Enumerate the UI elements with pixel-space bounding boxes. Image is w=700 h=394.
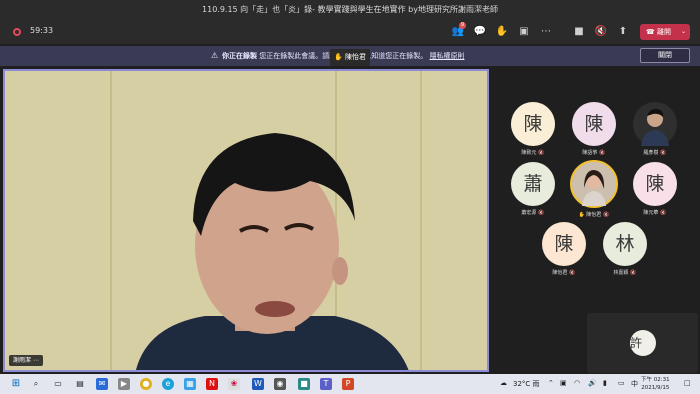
mic-muted-icon: 🔇	[538, 210, 545, 216]
widgets-icon[interactable]: ▤	[74, 378, 86, 390]
self-avatar: 許	[630, 330, 656, 356]
recording-icon	[13, 28, 21, 36]
weather-text[interactable]: 32°C 雨	[513, 379, 540, 389]
mic-muted-icon: 🔇	[599, 150, 606, 156]
participant-name: 陳語箏	[582, 150, 598, 156]
participant-tile[interactable]: 林 林嘉穎 🔇	[595, 222, 655, 276]
mic-muted-icon[interactable]: 🔇	[594, 25, 608, 39]
meeting-timer: 59:33	[30, 26, 54, 35]
mail-icon[interactable]: ✉	[96, 378, 108, 390]
mic-muted-icon: 🔇	[603, 212, 610, 218]
avatar: 林	[603, 222, 647, 266]
mic-muted-icon: 🔇	[630, 270, 637, 276]
speaker-video: 謝雨潔 ⋯	[3, 69, 489, 372]
weather-icon[interactable]: ☁	[500, 379, 507, 387]
warning-icon: ⚠	[211, 51, 219, 60]
participants-badge: 9	[459, 22, 466, 29]
search-icon[interactable]: ⌕	[30, 378, 42, 390]
avatar-photo	[633, 102, 677, 146]
participant-name: 羅彥樹	[643, 150, 659, 156]
phone-icon: ☎	[646, 28, 655, 36]
mic-muted-icon: 🔇	[660, 210, 667, 216]
clock-date: 2021/9/15	[641, 385, 670, 391]
raised-hand-popup: ✋ 陳怡君	[330, 49, 370, 66]
rooms-icon[interactable]: ▣	[517, 25, 531, 39]
speaker-name: 謝雨潔	[13, 357, 32, 364]
speaker-figure	[136, 133, 409, 370]
store-icon[interactable]: ▦	[184, 378, 196, 390]
notification-center-icon[interactable]: □	[684, 379, 691, 387]
windows-taskbar: ⊞ ⌕ ▭ ▤ ✉ ▶ ● e ▦ N ❀ W ◉ ■ T P ☁ 32°C 雨…	[0, 374, 700, 394]
word-icon[interactable]: W	[252, 378, 264, 390]
camera-icon[interactable]: ■	[572, 25, 586, 39]
clock-time: 下午 02:31	[641, 377, 670, 383]
more-icon[interactable]: ⋯	[539, 25, 553, 39]
camera-app-icon[interactable]: ◉	[274, 378, 286, 390]
share-icon[interactable]: ⬆	[616, 25, 630, 39]
participant-name: 陳元華	[643, 210, 659, 216]
participant-name: 陳怡君	[552, 270, 568, 276]
participant-name: 林嘉穎	[613, 270, 629, 276]
notification-icon[interactable]: ▭	[618, 379, 625, 387]
meeting-toolbar: 59:33 👥 9 💬 ✋ ▣ ⋯ ■ 🔇 ⬆	[0, 20, 700, 44]
participant-tile[interactable]: ✋ 陳怡君 🔇	[564, 160, 624, 218]
mic-muted-icon: 🔇	[538, 150, 545, 156]
banner-prefix: 你正在錄製	[222, 52, 257, 60]
chrome-icon[interactable]: ●	[140, 378, 152, 390]
more-icon[interactable]: ⋯	[33, 357, 39, 364]
chevron-up-icon[interactable]: ⌃	[548, 379, 554, 387]
window-title: 110.9.15 向「走」也「炎」錄- 教學實踐與學生在地實作 by地理研究所謝…	[0, 0, 700, 20]
avatar-photo	[570, 160, 618, 208]
participant-tile[interactable]: 陳 陳語箏 🔇	[564, 102, 624, 156]
system-clock[interactable]: 下午 02:31 2021/9/15	[641, 376, 670, 392]
banner-close-button[interactable]: 關閉	[640, 48, 690, 63]
ime-indicator[interactable]: 中	[631, 379, 638, 389]
app-icon[interactable]: ■	[298, 378, 310, 390]
windows-start-icon[interactable]: ⊞	[10, 378, 22, 390]
person-photo-icon	[641, 108, 669, 146]
mic-muted-icon: 🔇	[569, 270, 576, 276]
chevron-down-icon[interactable]: ⌄	[681, 24, 686, 40]
participant-tile[interactable]: 陳 陳怡君 🔇	[534, 222, 594, 276]
avatar: 陳	[633, 162, 677, 206]
person-photo-icon	[572, 162, 616, 206]
volume-icon[interactable]: 🔊	[588, 379, 597, 387]
self-view[interactable]: 許	[587, 313, 698, 373]
participant-tile[interactable]: 羅彥樹 🔇	[625, 102, 685, 156]
teams-icon[interactable]: T	[320, 378, 332, 390]
task-view-icon[interactable]: ▭	[52, 378, 64, 390]
wifi-icon[interactable]: ◠	[574, 379, 580, 387]
battery-icon[interactable]: ▮	[603, 379, 607, 387]
privacy-link[interactable]: 隱私權原則	[429, 52, 464, 60]
media-icon[interactable]: ▶	[118, 378, 130, 390]
speaker-name-tag: 謝雨潔 ⋯	[9, 355, 43, 366]
participant-name: 陳致元	[521, 150, 537, 156]
netflix-icon[interactable]: N	[206, 378, 218, 390]
avatar: 陳	[511, 102, 555, 146]
avatar: 陳	[572, 102, 616, 146]
participant-tile[interactable]: 蕭 蕭宏源 🔇	[503, 162, 563, 216]
chat-icon[interactable]: 💬	[473, 25, 487, 39]
avatar: 蕭	[511, 162, 555, 206]
participant-tile[interactable]: 陳 陳致元 🔇	[503, 102, 563, 156]
raise-hand-icon[interactable]: ✋	[495, 25, 509, 39]
mic-muted-icon: 🔇	[660, 150, 667, 156]
powerpoint-icon[interactable]: P	[342, 378, 354, 390]
participant-grid: 陳 陳致元 🔇 陳 陳語箏 🔇 羅彥樹 🔇 蕭 蕭宏源 🔇 ✋ 陳怡君 🔇 陳 陳元華 🔇 …	[495, 90, 700, 290]
avatar: 陳	[542, 222, 586, 266]
edge-icon[interactable]: e	[162, 378, 174, 390]
photos-icon[interactable]: ❀	[228, 378, 240, 390]
raised-hand-name: 陳怡君	[344, 53, 366, 61]
raise-hand-icon: ✋	[334, 53, 343, 61]
participant-name: 蕭宏源	[521, 210, 537, 216]
leave-label: 離開	[656, 28, 671, 36]
network-icon[interactable]: ▣	[560, 379, 567, 387]
raise-hand-icon: ✋	[578, 212, 585, 218]
participant-tile[interactable]: 陳 陳元華 🔇	[625, 162, 685, 216]
participant-name: 陳怡君	[586, 212, 602, 218]
leave-button[interactable]: ☎ 離開 ⌄	[640, 24, 690, 40]
